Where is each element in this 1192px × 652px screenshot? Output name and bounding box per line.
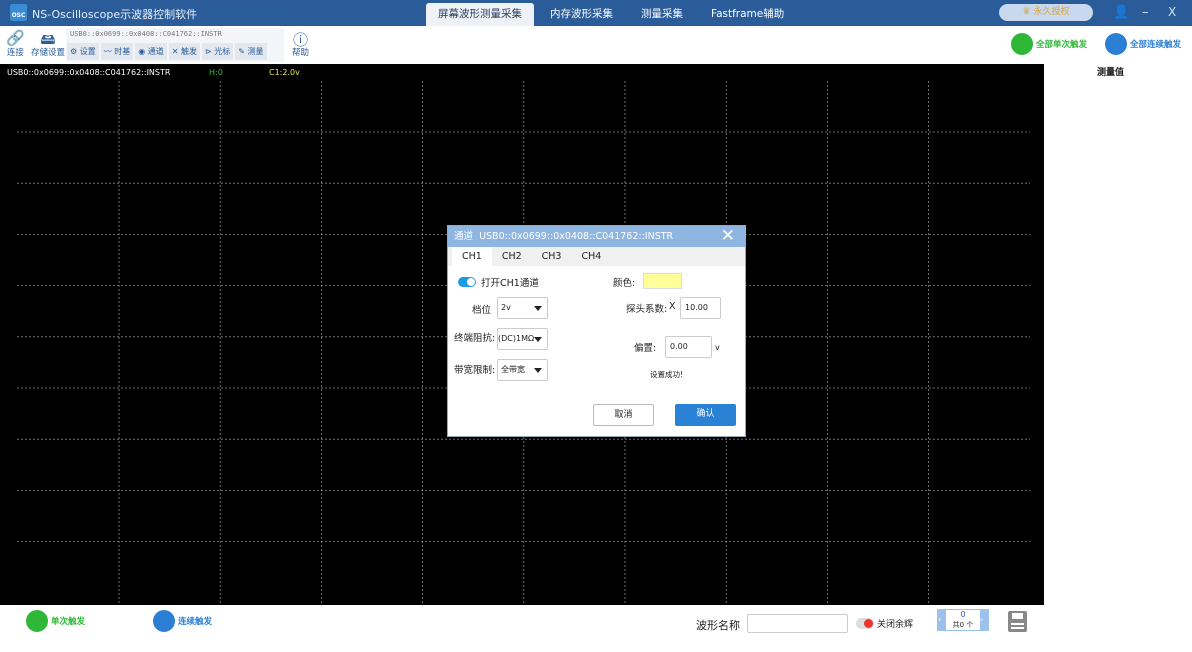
title-bar: OSC NS-Oscilloscope示波器控制软件 屏幕波形测量采集 内存波形… — [0, 0, 1192, 26]
scale-select[interactable]: 2v — [497, 297, 548, 319]
scope-device-label: USB0::0x0699::0x0408::C041762::INSTR — [7, 68, 171, 77]
trigger-label: 触发 — [181, 47, 198, 56]
enable-channel-toggle[interactable] — [458, 277, 476, 287]
tab-fastframe[interactable]: Fastframe辅助 — [699, 3, 796, 26]
bandwidth-label: 带宽限制: — [454, 365, 496, 376]
channel1-scale-label: C1:2.0v — [269, 68, 300, 77]
crown-icon: ♛ — [1022, 7, 1034, 17]
continuous-play-icon — [1105, 33, 1127, 55]
single-label: 单次触发 — [51, 617, 86, 627]
channel-button[interactable]: ◉ 通道 — [135, 43, 167, 60]
connect-label: 连接 — [6, 48, 24, 58]
measure-title: 测量值 — [1097, 68, 1125, 78]
enable-channel-label: 打开CH1通道 — [481, 278, 539, 289]
continuous-label: 连续触发 — [178, 617, 213, 627]
help-label: 帮助 — [292, 48, 310, 58]
termination-label: 终端阻抗: — [454, 333, 496, 344]
help-icon: ⓘ — [293, 31, 309, 49]
color-swatch[interactable] — [643, 273, 682, 289]
counter-total: 共0 个 — [952, 621, 974, 629]
minimize-button[interactable]: – — [1142, 5, 1149, 20]
timebase-label: 时基 — [114, 47, 131, 56]
app-title: NS-Oscilloscope示波器控制软件 — [32, 8, 198, 21]
counter-value: 0 — [960, 610, 966, 619]
ok-button[interactable]: 确认 — [675, 404, 736, 426]
save-icon[interactable] — [1008, 611, 1027, 632]
settings-button[interactable]: ⚙ 设置 — [67, 43, 99, 60]
tab-memory-waveform[interactable]: 内存波形采集 — [538, 3, 625, 26]
storage-label: 存储设置 — [31, 48, 66, 58]
app-logo: OSC — [10, 4, 27, 21]
help-button[interactable]: ⓘ 帮助 — [292, 29, 309, 58]
horizontal-position-label: H:0 — [209, 68, 223, 77]
termination-select[interactable]: (DC)1MΩ — [497, 328, 548, 350]
measure-label: 测量 — [247, 47, 264, 56]
license-badge[interactable]: ♛ 永久授权 — [999, 4, 1093, 21]
dialog-device: USB0::0x0699::0x0408::C041762::INSTR — [479, 231, 674, 242]
color-label: 颜色: — [613, 278, 636, 289]
user-icon[interactable]: 👤 — [1113, 5, 1129, 20]
wave-name-label: 波形名称 — [696, 619, 740, 632]
scale-label: 档位 — [472, 305, 492, 316]
disk-icon: 🖴 — [40, 30, 56, 48]
status-message: 设置成功! — [650, 370, 684, 379]
link-icon: 🔗 — [6, 29, 25, 47]
cancel-button[interactable]: 取消 — [593, 404, 654, 426]
afterglow-toggle[interactable]: 关闭余辉 — [856, 617, 913, 630]
continuous-play-icon — [153, 610, 175, 632]
all-continuous-label: 全部连续触发 — [1130, 40, 1182, 50]
close-button[interactable]: X — [1168, 5, 1176, 19]
bottom-bar: 单次触发 连续触发 波形名称 关闭余辉 ‹ › 0 共0 个 — [0, 605, 1192, 652]
all-single-trigger-button[interactable]: 全部单次触发 — [1011, 33, 1087, 55]
close-icon[interactable]: ✕ — [721, 226, 735, 247]
device-address: USB0::0x0699::0x0408::C041762::INSTR — [70, 30, 222, 38]
single-trigger-button[interactable]: 单次触发 — [26, 610, 85, 632]
dialog-title: 通道 — [454, 231, 474, 242]
play-icon — [1011, 33, 1033, 55]
device-panel: USB0::0x0699::0x0408::C041762::INSTR ⚙ 设… — [66, 28, 284, 62]
probe-x-label: X — [669, 301, 676, 312]
cursor-label: 光标 — [214, 47, 231, 56]
measure-button[interactable]: ✎ 测量 — [235, 43, 267, 60]
settings-label: 设置 — [79, 47, 96, 56]
play-icon — [26, 610, 48, 632]
wave-name-input[interactable] — [747, 614, 848, 633]
offset-input[interactable]: 0.00 — [665, 336, 712, 358]
tab-ch4[interactable]: CH4 — [571, 247, 611, 266]
tab-measure-capture[interactable]: 测量采集 — [629, 3, 695, 26]
bandwidth-select[interactable]: 全带宽 — [497, 359, 548, 381]
all-continuous-trigger-button[interactable]: 全部连续触发 — [1105, 33, 1181, 55]
continuous-trigger-button[interactable]: 连续触发 — [153, 610, 212, 632]
probe-input[interactable]: 10.00 — [680, 297, 721, 319]
tab-ch2[interactable]: CH2 — [492, 247, 532, 266]
toggle-switch[interactable] — [856, 618, 874, 629]
offset-label: 偏置: — [634, 343, 657, 354]
tab-ch1[interactable]: CH1 — [452, 247, 492, 266]
timebase-button[interactable]: 〰 时基 — [100, 43, 134, 60]
connect-button[interactable]: 🔗 连接 — [6, 29, 25, 58]
waveform-counter: ‹ › 0 共0 个 — [937, 609, 989, 631]
offset-unit: v — [715, 343, 720, 352]
cursor-button[interactable]: ⊳ 光标 — [202, 43, 234, 60]
tab-ch3[interactable]: CH3 — [532, 247, 572, 266]
all-single-label: 全部单次触发 — [1036, 40, 1088, 50]
tab-screen-measure[interactable]: 屏幕波形测量采集 — [426, 3, 534, 26]
afterglow-label: 关闭余辉 — [877, 620, 914, 630]
storage-settings-button[interactable]: 🖴 存储设置 — [31, 29, 65, 58]
channel-label: 通道 — [147, 47, 164, 56]
probe-label: 探头系数: — [626, 304, 668, 315]
dialog-header: 通道 USB0::0x0699::0x0408::C041762::INSTR ✕ — [448, 226, 745, 247]
trigger-button[interactable]: ✕ 触发 — [168, 43, 201, 60]
channel-dialog: 通道 USB0::0x0699::0x0408::C041762::INSTR ✕… — [447, 225, 746, 437]
license-label: 永久授权 — [1033, 7, 1070, 17]
